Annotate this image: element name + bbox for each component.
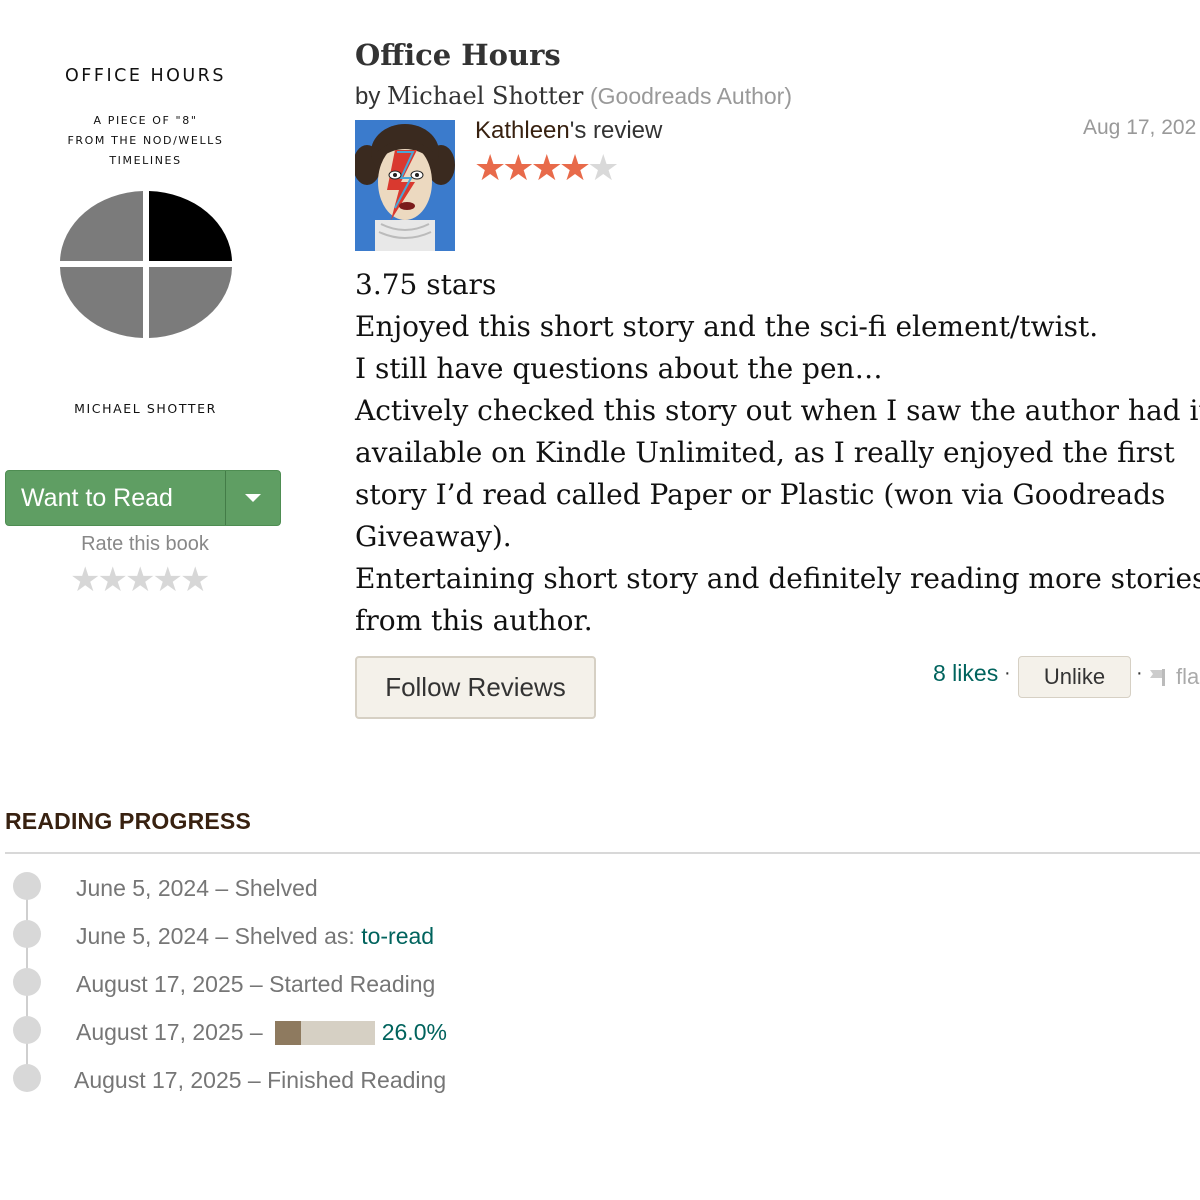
cover-subtitle: A PIECE OF "8" FROM THE NOD/WELLS TIMELI… xyxy=(67,114,224,167)
timeline-entry: June 5, 2024 – Shelved as: to-read xyxy=(76,923,434,950)
separator-dot: · xyxy=(1004,662,1011,684)
cover-title: OFFICE HOURS xyxy=(65,66,226,86)
entry-text: Shelved xyxy=(234,875,318,901)
rate-star-3-icon[interactable]: ★ xyxy=(125,561,156,599)
star-filled-icon: ★ xyxy=(474,147,506,188)
entry-date: June 5, 2024 xyxy=(76,923,210,949)
flag-icon xyxy=(1150,669,1165,686)
entry-date: August 17, 2025 xyxy=(76,1019,244,1045)
entry-sep: – xyxy=(249,971,263,997)
separator-dot: · xyxy=(1136,662,1143,684)
timeline-dot xyxy=(13,920,41,948)
star-filled-icon: ★ xyxy=(530,147,563,188)
star-empty-icon: ★ xyxy=(587,147,619,188)
review-line: Giveaway). xyxy=(355,520,512,553)
entry-date: June 5, 2024 xyxy=(76,875,210,901)
review-line: Actively checked this story out when I s… xyxy=(355,394,1200,427)
likes-count-link[interactable]: 8 likes xyxy=(933,660,998,687)
rate-star-2-icon[interactable]: ★ xyxy=(97,561,128,599)
timeline-dot xyxy=(13,1016,41,1044)
want-to-read-button-group: Want to Read xyxy=(5,470,281,526)
review-line: 3.75 stars xyxy=(355,268,497,301)
rate-star-1-icon[interactable]: ★ xyxy=(70,561,101,599)
flag-link[interactable]: fla xyxy=(1148,664,1199,690)
flag-label: fla xyxy=(1176,664,1200,689)
progress-percent-link[interactable]: 26.0% xyxy=(382,1019,447,1046)
book-cover[interactable]: OFFICE HOURS A PIECE OF "8" FROM THE NOD… xyxy=(28,40,263,440)
entry-text: Started Reading xyxy=(269,971,436,997)
entry-sep: – xyxy=(247,1067,261,1093)
reviewer-avatar[interactable] xyxy=(355,120,455,251)
reviewer-line: Kathleen's review xyxy=(475,117,662,145)
review-line: available on Kindle Unlimited, as I real… xyxy=(355,436,1175,469)
rate-star-5-icon[interactable]: ★ xyxy=(180,561,211,599)
timeline-dot xyxy=(13,872,41,900)
rate-star-4-icon[interactable]: ★ xyxy=(152,561,183,599)
rate-stars: ★★★★★ xyxy=(70,560,211,600)
cover-author: MICHAEL SHOTTER xyxy=(74,401,217,416)
entry-date: August 17, 2025 xyxy=(74,1067,242,1093)
timeline-entry: August 17, 2025 – Started Reading xyxy=(76,971,435,998)
review-line: Entertaining short story and definitely … xyxy=(355,562,1200,595)
entry-sep: – xyxy=(215,875,229,901)
review-line: from this author. xyxy=(355,604,593,637)
timeline-dot xyxy=(13,1064,41,1092)
divider xyxy=(5,852,1200,854)
reading-progress-heading: READING PROGRESS xyxy=(5,808,252,834)
timeline-dot xyxy=(13,968,41,996)
entry-date: August 17, 2025 xyxy=(76,971,244,997)
entry-text: Shelved as: xyxy=(234,923,355,949)
rate-this-book-label: Rate this book xyxy=(81,533,209,555)
byline: by Michael Shotter (Goodreads Author) xyxy=(355,82,792,111)
review-date[interactable]: Aug 17, 202 xyxy=(1083,116,1196,140)
caret-down-icon xyxy=(245,494,261,502)
entry-sep: – xyxy=(249,1019,263,1045)
review-line: Enjoyed this short story and the sci-fi … xyxy=(355,310,1099,343)
shelf-link-to-read[interactable]: to-read xyxy=(361,923,434,950)
avatar-portrait-icon xyxy=(355,120,455,251)
follow-reviews-button[interactable]: Follow Reviews xyxy=(355,656,596,719)
entry-text: Finished Reading xyxy=(267,1067,447,1093)
progress-fill xyxy=(274,1020,301,1045)
timeline-entry: August 17, 2025 – 26.0% xyxy=(76,1019,447,1046)
reviewer-name-link[interactable]: Kathleen xyxy=(475,117,570,144)
review-body: 3.75 stars Enjoyed this short story and … xyxy=(355,264,1200,642)
unlike-button[interactable]: Unlike xyxy=(1018,656,1131,698)
star-filled-icon: ★ xyxy=(558,147,591,188)
review-label: 's review xyxy=(569,117,663,144)
cover-emblem-icon xyxy=(60,191,232,338)
review-line: story I’d read called Paper or Plastic (… xyxy=(355,478,1166,511)
timeline-entry: August 17, 2025 – Finished Reading xyxy=(74,1067,446,1094)
shelf-dropdown-button[interactable] xyxy=(225,471,280,525)
goodreads-author-badge: (Goodreads Author) xyxy=(589,83,792,109)
author-link[interactable]: Michael Shotter xyxy=(387,82,583,110)
timeline-entry: June 5, 2024 – Shelved xyxy=(76,875,318,902)
review-line: I still have questions about the pen… xyxy=(355,352,883,385)
review-rating-stars: ★★★★★ xyxy=(474,147,619,189)
star-filled-icon: ★ xyxy=(502,147,534,188)
by-label: by xyxy=(355,83,381,110)
entry-sep: – xyxy=(215,923,229,949)
book-title[interactable]: Office Hours xyxy=(355,38,561,72)
progress-bar xyxy=(274,1020,375,1045)
want-to-read-button[interactable]: Want to Read xyxy=(6,471,225,525)
